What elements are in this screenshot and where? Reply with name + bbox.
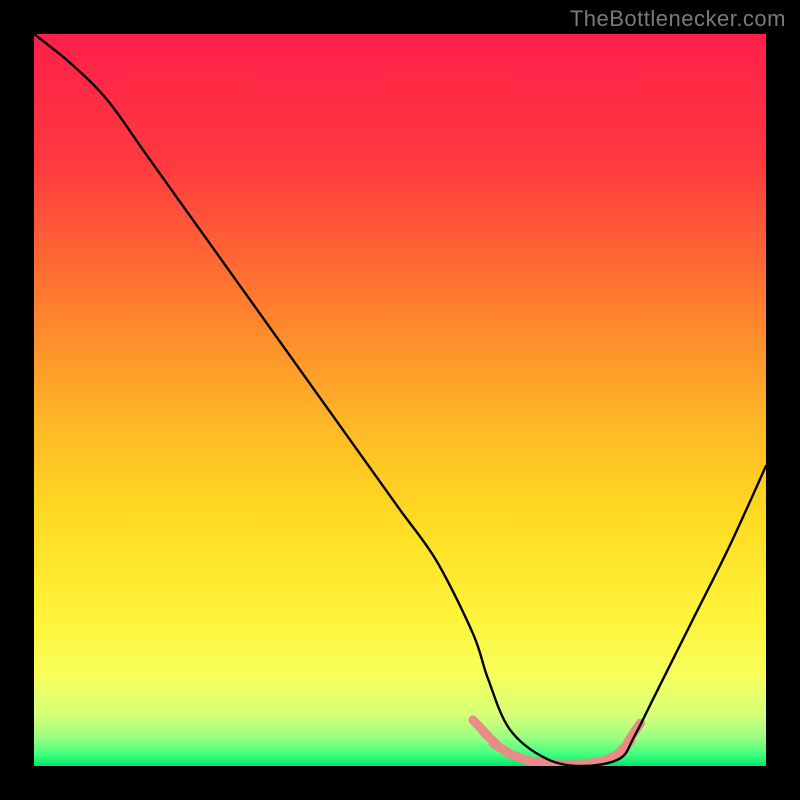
accent-markers <box>473 720 640 765</box>
curve-overlay <box>34 34 766 766</box>
watermark-text: TheBottlenecker.com <box>570 6 786 32</box>
bottleneck-curve <box>34 34 766 766</box>
chart-stage: TheBottlenecker.com <box>0 0 800 800</box>
